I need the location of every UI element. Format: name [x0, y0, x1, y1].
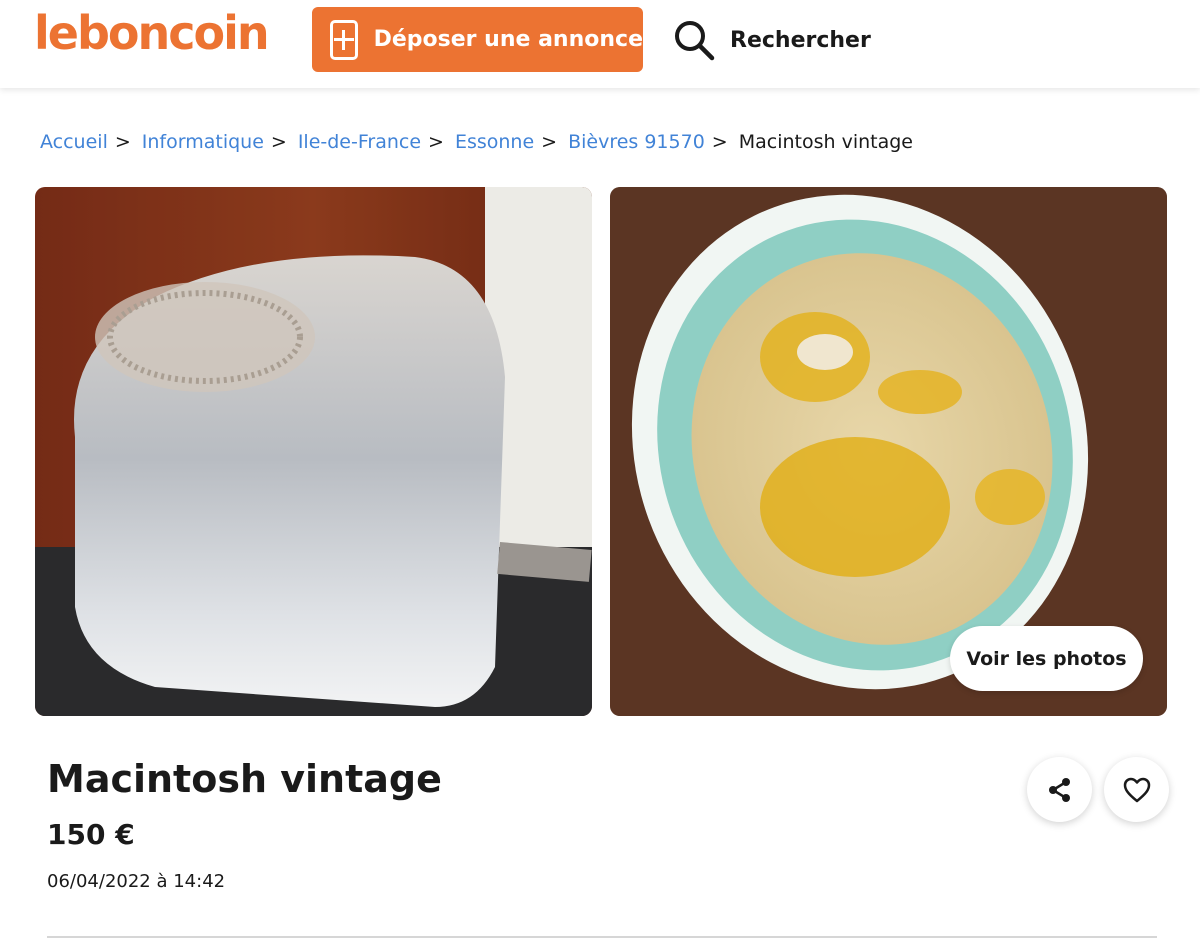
breadcrumb-separator: >: [428, 131, 444, 153]
search-label: Rechercher: [730, 27, 871, 53]
ad-price: 150 €: [47, 818, 135, 851]
view-photos-button[interactable]: Voir les photos: [950, 626, 1143, 691]
imac-photo-image: [35, 187, 592, 716]
breadcrumb-link-informatique[interactable]: Informatique: [142, 131, 264, 153]
ad-photo-1[interactable]: [35, 187, 592, 716]
breadcrumb-link-ile-de-france[interactable]: Ile-de-France: [298, 131, 421, 153]
favorite-button[interactable]: [1104, 757, 1169, 822]
breadcrumb-separator: >: [270, 131, 287, 153]
breadcrumb-link-accueil[interactable]: Accueil: [40, 131, 108, 153]
ad-date: 06/04/2022 à 14:42: [47, 871, 226, 892]
breadcrumb-separator: >: [541, 131, 558, 153]
heart-icon: [1123, 777, 1150, 802]
ad-title: Macintosh vintage: [47, 757, 442, 801]
breadcrumb-current: Macintosh vintage: [738, 131, 913, 153]
search-button[interactable]: Rechercher: [672, 16, 871, 64]
magnifier-icon: [675, 21, 715, 61]
post-ad-label: Déposer une annonce: [373, 27, 643, 52]
post-ad-button[interactable]: Déposer une annonce: [312, 7, 643, 72]
plus-square-icon: [330, 19, 358, 60]
breadcrumb: Accueil > Informatique > Ile-de-France >…: [40, 131, 913, 153]
leboncoin-logo[interactable]: leboncoin: [34, 6, 270, 60]
breadcrumb-link-bievres[interactable]: Bièvres 91570: [568, 131, 705, 153]
section-divider: [47, 936, 1157, 938]
share-button[interactable]: [1027, 757, 1092, 822]
share-icon: [1048, 777, 1070, 802]
site-header: leboncoin Déposer une annonce Rechercher: [0, 0, 1200, 88]
breadcrumb-link-essonne[interactable]: Essonne: [455, 131, 534, 153]
breadcrumb-separator: >: [711, 131, 728, 153]
breadcrumb-separator: >: [114, 131, 131, 153]
